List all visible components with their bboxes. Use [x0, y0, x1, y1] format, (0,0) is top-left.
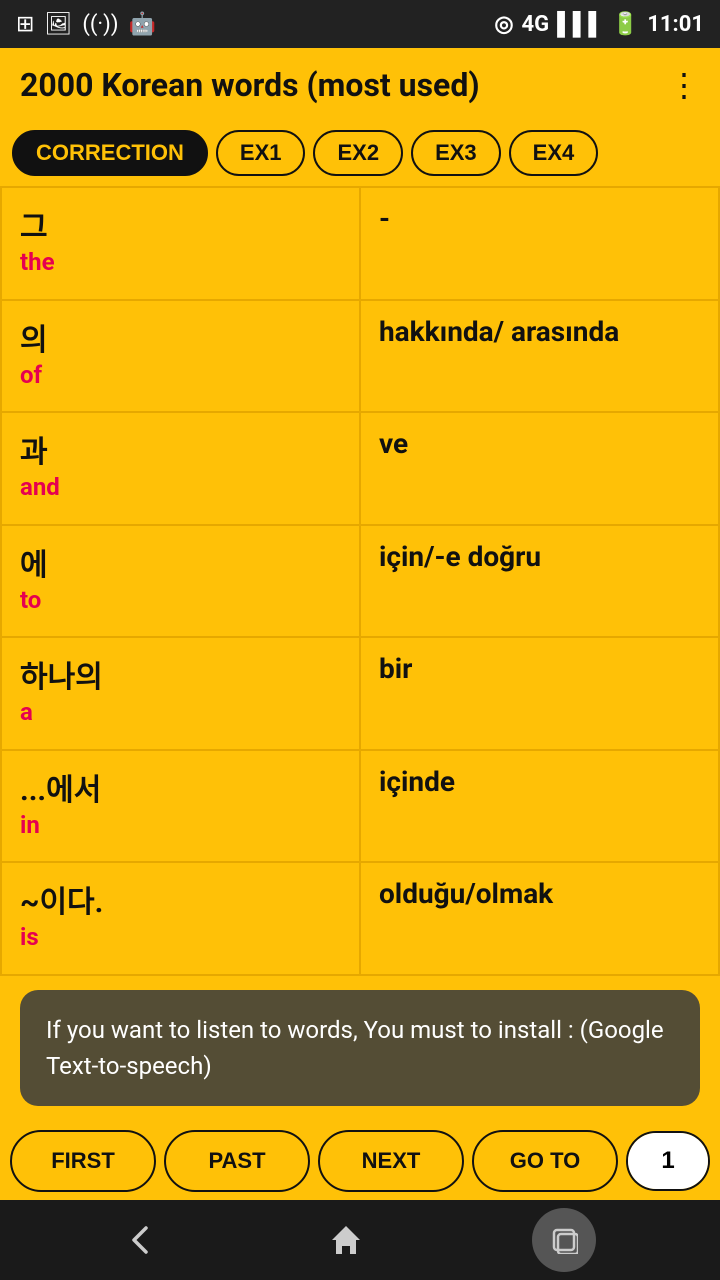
row-5-korean-cell[interactable]: ...에서in [1, 750, 360, 863]
tab-ex1[interactable]: EX1 [216, 130, 306, 176]
row-1-translation-cell[interactable]: hakkında/ arasında [360, 300, 719, 413]
nav-buttons: FIRST PAST NEXT GO TO [0, 1120, 720, 1200]
row-5-korean: ...에서 [20, 765, 341, 809]
next-button[interactable]: NEXT [318, 1130, 464, 1192]
wifi-icon: ((·)) [82, 12, 118, 37]
row-5-translation-cell[interactable]: içinde [360, 750, 719, 863]
table-row: 하나의abir [1, 637, 719, 750]
status-right-icons: ◎ 4G ▌▌▌ 🔋 11:01 [494, 11, 704, 37]
row-0-korean-cell[interactable]: 그the [1, 187, 360, 300]
row-1-korean: 의 [20, 315, 341, 359]
table-row: 에to için/-e doğru [1, 525, 719, 638]
row-6-english: is [20, 923, 341, 951]
back-button[interactable] [124, 1222, 160, 1258]
row-1-translation: hakkında/ arasında [379, 315, 700, 348]
word-table: 그the-의ofhakkında/ arasında과andve에toiçin/… [0, 186, 720, 976]
tab-correction[interactable]: CORRECTION [12, 130, 208, 176]
row-4-translation-cell[interactable]: bir [360, 637, 719, 750]
row-6-translation: olduğu/olmak [379, 877, 700, 910]
row-6-korean: ~이다. [20, 877, 341, 921]
row-4-translation: bir [379, 652, 700, 685]
location-icon: ◎ [494, 12, 513, 37]
row-2-translation-cell[interactable]: ve [360, 412, 719, 525]
table-row: 의of hakkında/ arasında [1, 300, 719, 413]
table-row: 그the- [1, 187, 719, 300]
row-3-korean-cell[interactable]: 에to [1, 525, 360, 638]
row-6-translation-cell[interactable]: olduğu/olmak [360, 862, 719, 975]
row-1-korean-cell[interactable]: 의of [1, 300, 360, 413]
row-2-english: and [20, 473, 341, 501]
row-3-translation-cell[interactable]: için/-e doğru [360, 525, 719, 638]
recents-icon [532, 1208, 596, 1272]
toast-message: If you want to listen to words, You must… [20, 990, 700, 1106]
row-4-korean: 하나의 [20, 652, 341, 696]
menu-button[interactable]: ⋮ [668, 66, 700, 104]
row-0-english: the [20, 248, 341, 276]
row-2-translation: ve [379, 427, 700, 460]
android-icon: 🤖 [129, 12, 156, 37]
row-0-translation: - [379, 202, 700, 235]
row-2-korean: 과 [20, 427, 341, 471]
tab-ex4[interactable]: EX4 [509, 130, 599, 176]
battery-icon: 🔋 [612, 12, 639, 37]
network-label: 4G [522, 12, 550, 37]
table-row: ~이다.is olduğu/olmak [1, 862, 719, 975]
row-4-english: a [20, 698, 341, 726]
goto-input-wrapper [626, 1131, 710, 1191]
status-bar: ⊞ 🖼 ((·)) 🤖 ◎ 4G ▌▌▌ 🔋 11:01 [0, 0, 720, 48]
row-3-translation: için/-e doğru [379, 540, 700, 573]
title-bar: 2000 Korean words (most used) ⋮ [0, 48, 720, 122]
home-button[interactable] [328, 1222, 364, 1258]
system-nav-bar [0, 1200, 720, 1280]
table-row: 과andve [1, 412, 719, 525]
row-3-korean: 에 [20, 540, 341, 584]
signal-icon: ▌▌▌ [557, 11, 604, 37]
widget-icon: ⊞ [16, 12, 34, 37]
tab-ex3[interactable]: EX3 [411, 130, 501, 176]
table-row: ...에서in içinde [1, 750, 719, 863]
tab-ex2[interactable]: EX2 [313, 130, 403, 176]
time-label: 11:01 [647, 12, 704, 37]
goto-input[interactable] [628, 1133, 708, 1189]
row-1-english: of [20, 361, 341, 389]
page-title: 2000 Korean words (most used) [20, 66, 480, 104]
tab-bar: CORRECTIONEX1EX2EX3EX4 [0, 122, 720, 186]
row-6-korean-cell[interactable]: ~이다.is [1, 862, 360, 975]
goto-button[interactable]: GO TO [472, 1130, 618, 1192]
status-left-icons: ⊞ 🖼 ((·)) 🤖 [16, 12, 156, 37]
row-5-english: in [20, 811, 341, 839]
first-button[interactable]: FIRST [10, 1130, 156, 1192]
row-0-translation-cell[interactable]: - [360, 187, 719, 300]
photo-icon: 🖼 [44, 12, 72, 37]
row-0-korean: 그 [20, 202, 341, 246]
row-4-korean-cell[interactable]: 하나의a [1, 637, 360, 750]
row-2-korean-cell[interactable]: 과and [1, 412, 360, 525]
past-button[interactable]: PAST [164, 1130, 310, 1192]
row-3-english: to [20, 586, 341, 614]
recents-button[interactable] [532, 1208, 596, 1272]
row-5-translation: içinde [379, 765, 700, 798]
